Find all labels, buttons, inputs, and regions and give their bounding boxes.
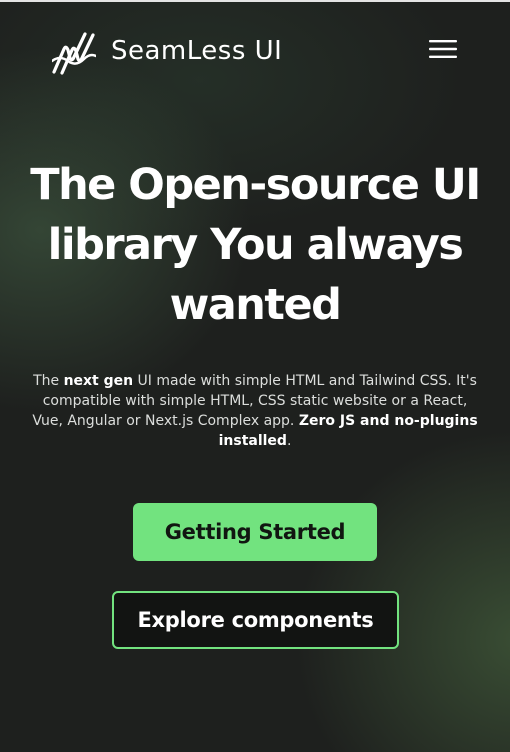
hero-title: The Open-source UI library You always wa… <box>30 160 481 330</box>
site-header: SeamLess UI <box>0 0 510 100</box>
landing-page: SeamLess UI The Open-source UI library Y… <box>0 0 510 752</box>
explore-components-button[interactable]: Explore components <box>112 591 399 649</box>
desc-bold-next-gen: next gen <box>63 373 134 389</box>
wave-zigzag-logo-icon[interactable] <box>52 31 96 75</box>
desc-text-3: . <box>286 433 292 449</box>
desc-text-1: The <box>33 373 64 389</box>
hamburger-menu-icon[interactable] <box>427 38 459 60</box>
hero-description: The next gen UI made with simple HTML an… <box>28 371 482 451</box>
brand-name[interactable]: SeamLess UI <box>111 36 282 66</box>
getting-started-button[interactable]: Getting Started <box>133 503 377 561</box>
